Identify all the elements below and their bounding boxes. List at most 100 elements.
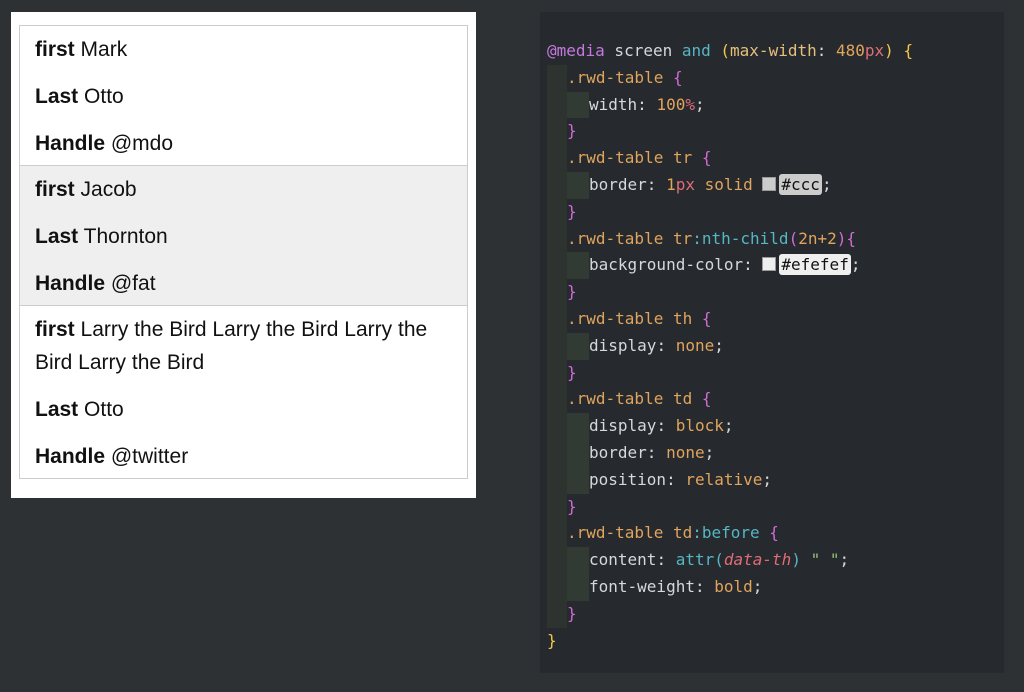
code-token: ;: [821, 174, 832, 194]
code-token: }: [567, 362, 577, 382]
code-line: @media screen and (max-width: 480px) {: [547, 38, 913, 65]
code-token: background-color: [589, 255, 744, 275]
code-line: .rwd-table td {: [547, 386, 913, 414]
code-line: }: [547, 118, 913, 146]
code-line: }: [547, 198, 913, 226]
indent-guide: [547, 279, 567, 306]
code-line: .rwd-table {: [547, 64, 913, 92]
code-token: @media: [547, 41, 605, 60]
code-token: ) {: [884, 41, 914, 60]
table-cell: first Mark: [20, 33, 467, 66]
code-token: .rwd-table th: [567, 308, 702, 328]
indent-guide: [547, 600, 567, 628]
code-token: ;: [723, 416, 734, 436]
code-token: }: [547, 630, 557, 650]
cell-label: Last: [35, 85, 79, 108]
code-token: ): [791, 550, 801, 570]
code-token: {: [701, 148, 712, 168]
indent-guide: [547, 198, 567, 226]
code-line: background-color: #efefef;: [547, 252, 913, 280]
code-token: px: [675, 174, 695, 194]
code-token: {: [769, 523, 779, 543]
code-editor[interactable]: @media screen and (max-width: 480px) {.r…: [540, 12, 1004, 673]
code-token: 480: [836, 41, 865, 60]
indent-guide: [547, 225, 567, 253]
indent-guide: [547, 332, 567, 360]
table-row: first Mark Last Otto Handle @mdo: [20, 26, 467, 165]
code-token: .rwd-table tr: [567, 148, 702, 168]
code-token: ;: [839, 550, 850, 570]
indent-guide: [547, 493, 567, 521]
code-token: .rwd-table td: [567, 523, 693, 543]
table-cell: Handle @mdo: [20, 127, 467, 160]
code-token: }: [567, 496, 577, 516]
code-token: :: [646, 442, 667, 462]
code-token: :: [743, 255, 763, 275]
cell-label: first: [35, 38, 75, 61]
indent-guide: [567, 171, 589, 199]
indent-guide: [567, 573, 589, 601]
code-token: 100: [656, 94, 686, 114]
cell-value: Otto: [84, 398, 124, 421]
code-line: }: [547, 628, 913, 655]
code-token: ;: [752, 576, 763, 596]
code-token: :: [666, 469, 686, 489]
code-token: :: [816, 41, 836, 60]
indent-guide: [547, 252, 567, 280]
code-token: screen: [604, 41, 682, 60]
indent-guide: [567, 413, 589, 440]
table-cell: Last Thornton: [20, 220, 467, 253]
code-token: width: [589, 94, 638, 114]
code-token: {: [672, 67, 683, 87]
code-token: {: [701, 308, 712, 328]
code-token: data-th: [723, 550, 792, 570]
indent-guide: [567, 547, 589, 574]
code-token: (: [788, 228, 799, 248]
table-cell: first Jacob: [20, 173, 467, 206]
cell-label: first: [35, 318, 75, 341]
code-line: }: [547, 279, 913, 306]
code-token: display: [589, 416, 657, 436]
code-token: :: [656, 416, 676, 436]
code-token: content: [589, 550, 657, 570]
code-line: }: [547, 600, 913, 628]
indent-guide: [547, 573, 567, 601]
code-token: block: [675, 416, 724, 436]
color-value: #ccc: [779, 173, 822, 195]
code-line: font-weight: bold;: [547, 573, 913, 601]
code-token: none: [666, 442, 705, 462]
code-token: relative: [685, 469, 763, 489]
code-token: bold: [714, 576, 753, 596]
cell-value: Otto: [84, 85, 124, 108]
color-swatch[interactable]: [762, 176, 777, 191]
indent-guide: [547, 413, 567, 440]
color-swatch[interactable]: [762, 257, 777, 272]
indent-guide: [547, 439, 567, 467]
indent-guide: [567, 91, 589, 119]
indent-guide: [547, 386, 567, 414]
table-cell: Handle @fat: [20, 267, 467, 300]
code-token: }: [567, 121, 577, 141]
code-token: solid: [694, 174, 763, 194]
code-token: position: [589, 469, 667, 489]
code-line: border: 1px solid #ccc;: [547, 171, 913, 199]
indent-guide: [547, 118, 567, 146]
table-cell: Last Otto: [20, 80, 467, 113]
code-token: }: [567, 603, 577, 623]
code-token: (: [710, 41, 731, 60]
code-token: border: [589, 442, 647, 462]
code-token: :: [637, 94, 657, 114]
code-token: :: [646, 174, 667, 194]
code-token: max-width: [730, 41, 817, 60]
cell-value: Jacob: [80, 178, 137, 201]
code-line: position: relative;: [547, 466, 913, 494]
indent-guide: [547, 305, 567, 333]
indent-guide: [567, 439, 589, 467]
code-token: border: [589, 174, 647, 194]
code-token: {: [701, 389, 712, 409]
code-token: px: [864, 41, 885, 60]
code-line: display: none;: [547, 332, 913, 360]
table-row: first Larry the Bird Larry the Bird Larr…: [20, 305, 467, 478]
code-token: none: [675, 335, 715, 355]
code-line: border: none;: [547, 439, 913, 467]
